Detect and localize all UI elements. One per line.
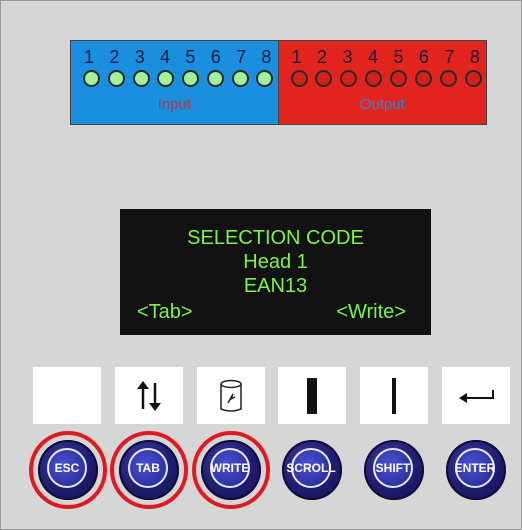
key-tile-blank [33,367,101,424]
output-section: 1 2 3 4 5 6 7 8 Output [278,41,486,124]
scroll-label: SCROLL [286,461,336,475]
enter-label: ENTER [454,461,496,475]
shift-button-group: SHIFT [355,431,433,509]
output-number: 5 [393,47,404,67]
input-led [206,70,224,87]
input-led [132,70,150,87]
write-label: WRITE [210,461,250,475]
display-code-type: EAN13 [243,275,308,297]
display-softkey-write: <Write> [336,301,406,323]
display-softkey-tab: <Tab> [137,301,193,323]
input-number: 1 [84,47,95,67]
input-number: 5 [185,47,196,67]
shift-label: SHIFT [375,461,411,475]
io-indicator-strip: 1 2 3 4 5 6 7 8 Input 1 2 3 4 5 6 7 8 Ou… [70,40,487,125]
up-down-arrows-icon [137,380,161,411]
display-head: Head 1 [243,251,308,273]
key-tile-thin-bar [360,367,428,424]
display-title: SELECTION CODE [187,227,364,249]
input-leds [83,70,274,87]
key-tile-updown [115,367,183,424]
output-number: 6 [418,47,429,67]
output-led [440,70,458,87]
tab-button[interactable]: TAB [119,440,179,500]
thin-bar-icon [392,377,396,414]
scroll-button-group: SCROLL [273,431,351,509]
key-tile-return [442,367,510,424]
input-led [256,70,274,87]
esc-label: ESC [54,461,80,475]
esc-button[interactable]: ESC [38,440,98,500]
output-number: 1 [291,47,302,67]
input-number: 7 [236,47,247,67]
output-numbers: 1 2 3 4 5 6 7 8 [292,47,481,68]
output-led [315,70,333,87]
input-led [182,70,200,87]
output-led [415,70,433,87]
key-tile-thick-bar [278,367,346,424]
input-number: 2 [109,47,120,67]
output-led [340,70,358,87]
output-label: Output [359,96,405,113]
output-led [464,70,482,87]
scroll-button[interactable]: SCROLL [282,440,342,500]
input-led [231,70,249,87]
write-button[interactable]: WRITE [201,440,261,500]
enter-button[interactable]: ENTER [446,440,506,500]
input-led [107,70,125,87]
output-led [290,70,308,87]
input-number: 6 [210,47,221,67]
input-numbers: 1 2 3 4 5 6 7 8 [84,47,272,68]
output-led [365,70,383,87]
shift-button[interactable]: SHIFT [364,440,424,500]
input-number: 8 [261,47,272,67]
output-number: 8 [469,47,480,67]
input-led [83,70,100,87]
output-number: 3 [342,47,353,67]
output-led [390,70,408,87]
can-icon [220,379,242,412]
output-number: 2 [316,47,327,67]
lcd-display: SELECTION CODE Head 1 EAN13 <Tab> <Write… [120,209,431,335]
thick-bar-icon [307,377,317,414]
control-panel: 1 2 3 4 5 6 7 8 Input 1 2 3 4 5 6 7 8 Ou… [0,0,522,530]
input-number: 4 [160,47,171,67]
write-button-group: WRITE [192,431,270,509]
key-tile-can [197,367,265,424]
return-arrow-icon [459,389,494,403]
tab-button-group: TAB [110,431,188,509]
tab-label: TAB [136,461,160,475]
input-number: 3 [134,47,145,67]
output-number: 7 [444,47,455,67]
input-section: 1 2 3 4 5 6 7 8 Input [71,41,279,124]
esc-button-group: ESC [29,431,107,509]
enter-button-group: ENTER [437,431,515,509]
output-number: 4 [367,47,378,67]
output-leds [290,70,483,87]
input-led [157,70,175,87]
input-label: Input [157,96,191,113]
